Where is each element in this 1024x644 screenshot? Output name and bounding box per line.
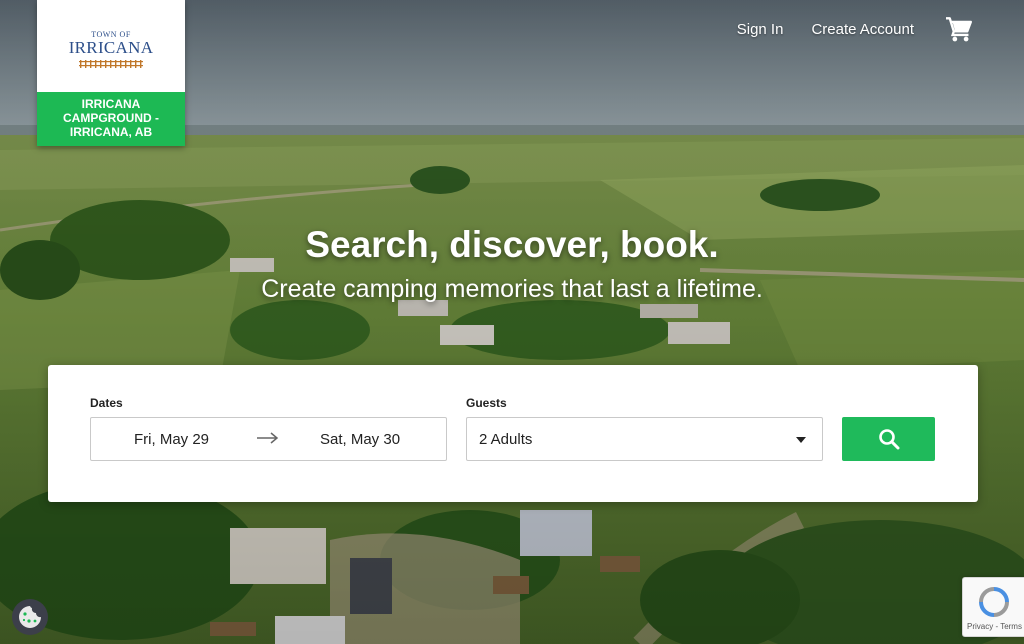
- guests-label: Guests: [466, 396, 507, 410]
- search-card: Dates Fri, May 29 Sat, May 30 Guests 2 A…: [48, 365, 978, 502]
- cookie-settings-button[interactable]: [12, 599, 48, 635]
- guests-select[interactable]: 2 Adults: [466, 417, 823, 461]
- hero-headline: Search, discover, book.: [305, 224, 719, 265]
- arrow-right-icon: [257, 432, 279, 444]
- campground-name: IRRICANA CAMPGROUND - IRRICANA, AB: [37, 92, 185, 146]
- shopping-cart-icon[interactable]: [944, 16, 974, 42]
- logo-town-name: IRRICANA: [68, 38, 154, 57]
- campground-logo[interactable]: TOWN OF IRRICANA IRRICANA CAMPGROUND - I…: [37, 0, 185, 146]
- date-range-picker[interactable]: Fri, May 29 Sat, May 30: [90, 417, 447, 461]
- sign-in-link[interactable]: Sign In: [737, 21, 784, 38]
- cookie-icon: [19, 606, 41, 628]
- create-account-link[interactable]: Create Account: [811, 21, 914, 38]
- search-button[interactable]: [842, 417, 935, 461]
- chevron-down-icon: [796, 437, 806, 443]
- recaptcha-badge[interactable]: Privacy - Terms: [962, 577, 1024, 637]
- guests-value: 2 Adults: [479, 430, 533, 448]
- dates-label: Dates: [90, 396, 123, 410]
- recaptcha-icon: [979, 587, 1009, 617]
- hero-subline: Create camping memories that last a life…: [261, 275, 763, 303]
- check-in-date[interactable]: Fri, May 29: [134, 431, 209, 448]
- check-out-date[interactable]: Sat, May 30: [320, 431, 400, 448]
- recaptcha-links[interactable]: Privacy - Terms: [967, 622, 1022, 631]
- town-logo: TOWN OF IRRICANA: [37, 0, 185, 92]
- search-icon: [878, 429, 899, 450]
- top-nav: Sign In Create Account: [709, 16, 974, 42]
- fence-icon: [79, 60, 143, 68]
